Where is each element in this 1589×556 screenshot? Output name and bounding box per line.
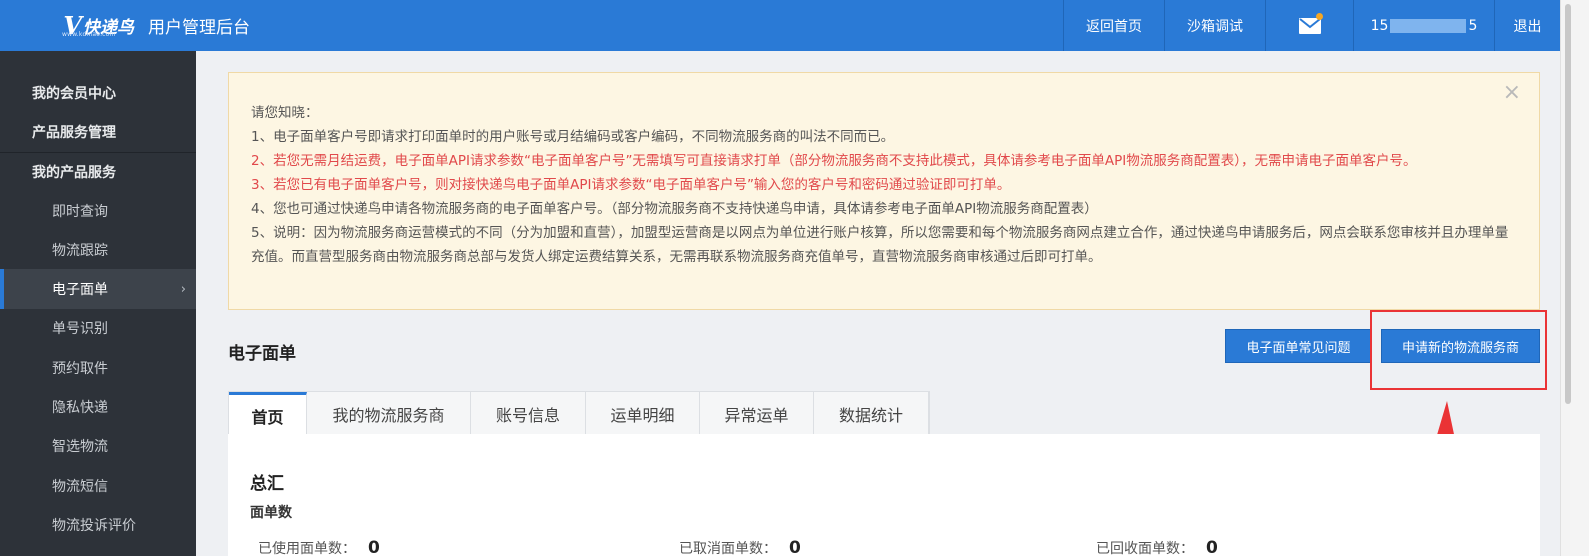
stat-value: 0 [368, 538, 380, 556]
user-account[interactable]: 15 5 [1353, 0, 1494, 51]
tab-account-info[interactable]: 账号信息 [471, 392, 586, 435]
tab-home[interactable]: 首页 [229, 392, 307, 436]
chevron-right-icon: › [180, 281, 186, 297]
tab-exception-waybills[interactable]: 异常运单 [700, 392, 814, 435]
sidebar-item-sms[interactable]: 物流短信 [0, 466, 196, 505]
top-header: V 快递鸟 www.kdniao.com 用户管理后台 返回首页 沙箱调试 15… [0, 0, 1560, 51]
stat-used: 已使用面单数： 0 [258, 538, 380, 556]
stat-value: 0 [1206, 538, 1218, 556]
notice-heading: 请您知晓： [251, 105, 319, 121]
page-title: 电子面单 [228, 344, 296, 364]
top-nav: 返回首页 沙箱调试 15 5 退出 [1063, 0, 1560, 51]
sidebar: 我的会员中心 产品服务管理 我的产品服务 即时查询 物流跟踪 电子面单 › 单号… [0, 51, 196, 556]
close-icon[interactable]: × [1503, 81, 1521, 105]
notification-dot [1316, 13, 1323, 20]
user-id-prefix: 15 [1370, 17, 1389, 34]
tab-waybill-details[interactable]: 运单明细 [586, 392, 700, 435]
notice-line-1: 1、电子面单客户号即请求打印面单时的用户账号或月结编码或客户编码，不同物流服务商… [251, 129, 895, 145]
sidebar-item-instant-query[interactable]: 即时查询 [0, 191, 196, 230]
notice-line-4: 4、您也可通过快递鸟申请各物流服务商的电子面单客户号。（部分物流服务商不支持快递… [251, 201, 1098, 217]
sidebar-item-member-center[interactable]: 我的会员中心 [0, 73, 196, 112]
logo-url: www.kdniao.com [62, 31, 116, 38]
page-scrollbar[interactable] [1560, 0, 1589, 556]
summary-panel: 总汇 面单数 已使用面单数： 0 已取消面单数： 0 已回收面单数： 0 [228, 434, 1540, 556]
notice-box: × 请您知晓： 1、电子面单客户号即请求打印面单时的用户账号或月结编码或客户编码… [228, 72, 1540, 310]
stat-value: 0 [789, 538, 801, 556]
sidebar-item-complaints[interactable]: 物流投诉评价 [0, 505, 196, 544]
tab-statistics[interactable]: 数据统计 [814, 392, 929, 435]
sidebar-item-tracking[interactable]: 物流跟踪 [0, 230, 196, 269]
nav-sandbox-link[interactable]: 沙箱调试 [1164, 0, 1265, 51]
tab-bar: 首页 我的物流服务商 账号信息 运单明细 异常运单 数据统计 [228, 391, 930, 436]
stat-label: 已使用面单数： [258, 541, 356, 556]
sidebar-item-privacy-express[interactable]: 隐私快递 [0, 387, 196, 426]
app-title: 用户管理后台 [148, 18, 250, 38]
notice-line-3: 3、若您已有电子面单客户号，则对接快递鸟电子面单API请求参数“电子面单客户号”… [251, 177, 1011, 193]
sidebar-item-pickup[interactable]: 预约取件 [0, 348, 196, 387]
envelope-icon [1298, 17, 1321, 34]
stat-recycled: 已回收面单数： 0 [1096, 538, 1218, 556]
faq-button[interactable]: 电子面单常见问题 [1225, 329, 1372, 363]
stat-label: 已取消面单数： [679, 541, 777, 556]
logo[interactable]: V 快递鸟 www.kdniao.com [0, 0, 140, 51]
sidebar-item-number-recognition[interactable]: 单号识别 [0, 309, 196, 348]
sidebar-item-my-products[interactable]: 我的产品服务 [0, 151, 196, 191]
mail-button[interactable] [1265, 0, 1353, 51]
summary-title: 总汇 [250, 474, 284, 494]
user-id-mask [1390, 18, 1467, 33]
scrollbar-thumb[interactable] [1565, 4, 1571, 404]
sidebar-item-product-management[interactable]: 产品服务管理 [0, 112, 196, 151]
notice-line-5: 5、说明：因为物流服务商运营模式的不同（分为加盟和直营），加盟型运营商是以网点为… [251, 225, 1509, 265]
waybill-count-title: 面单数 [250, 505, 292, 521]
annotation-highlight-box [1370, 310, 1547, 390]
notice-line-2: 2、若您无需月结运费，电子面单API请求参数“电子面单客户号”无需填写可直接请求… [251, 153, 1417, 169]
logout-link[interactable]: 退出 [1494, 0, 1560, 51]
sidebar-item-e-waybill[interactable]: 电子面单 › [0, 269, 196, 310]
nav-home-link[interactable]: 返回首页 [1063, 0, 1164, 51]
stat-label: 已回收面单数： [1096, 541, 1194, 556]
tab-my-providers[interactable]: 我的物流服务商 [307, 392, 471, 435]
stat-cancelled: 已取消面单数： 0 [679, 538, 801, 556]
sidebar-item-smart-logistics[interactable]: 智选物流 [0, 427, 196, 466]
user-id-suffix: 5 [1468, 17, 1478, 34]
sidebar-item-label: 电子面单 [52, 282, 108, 299]
